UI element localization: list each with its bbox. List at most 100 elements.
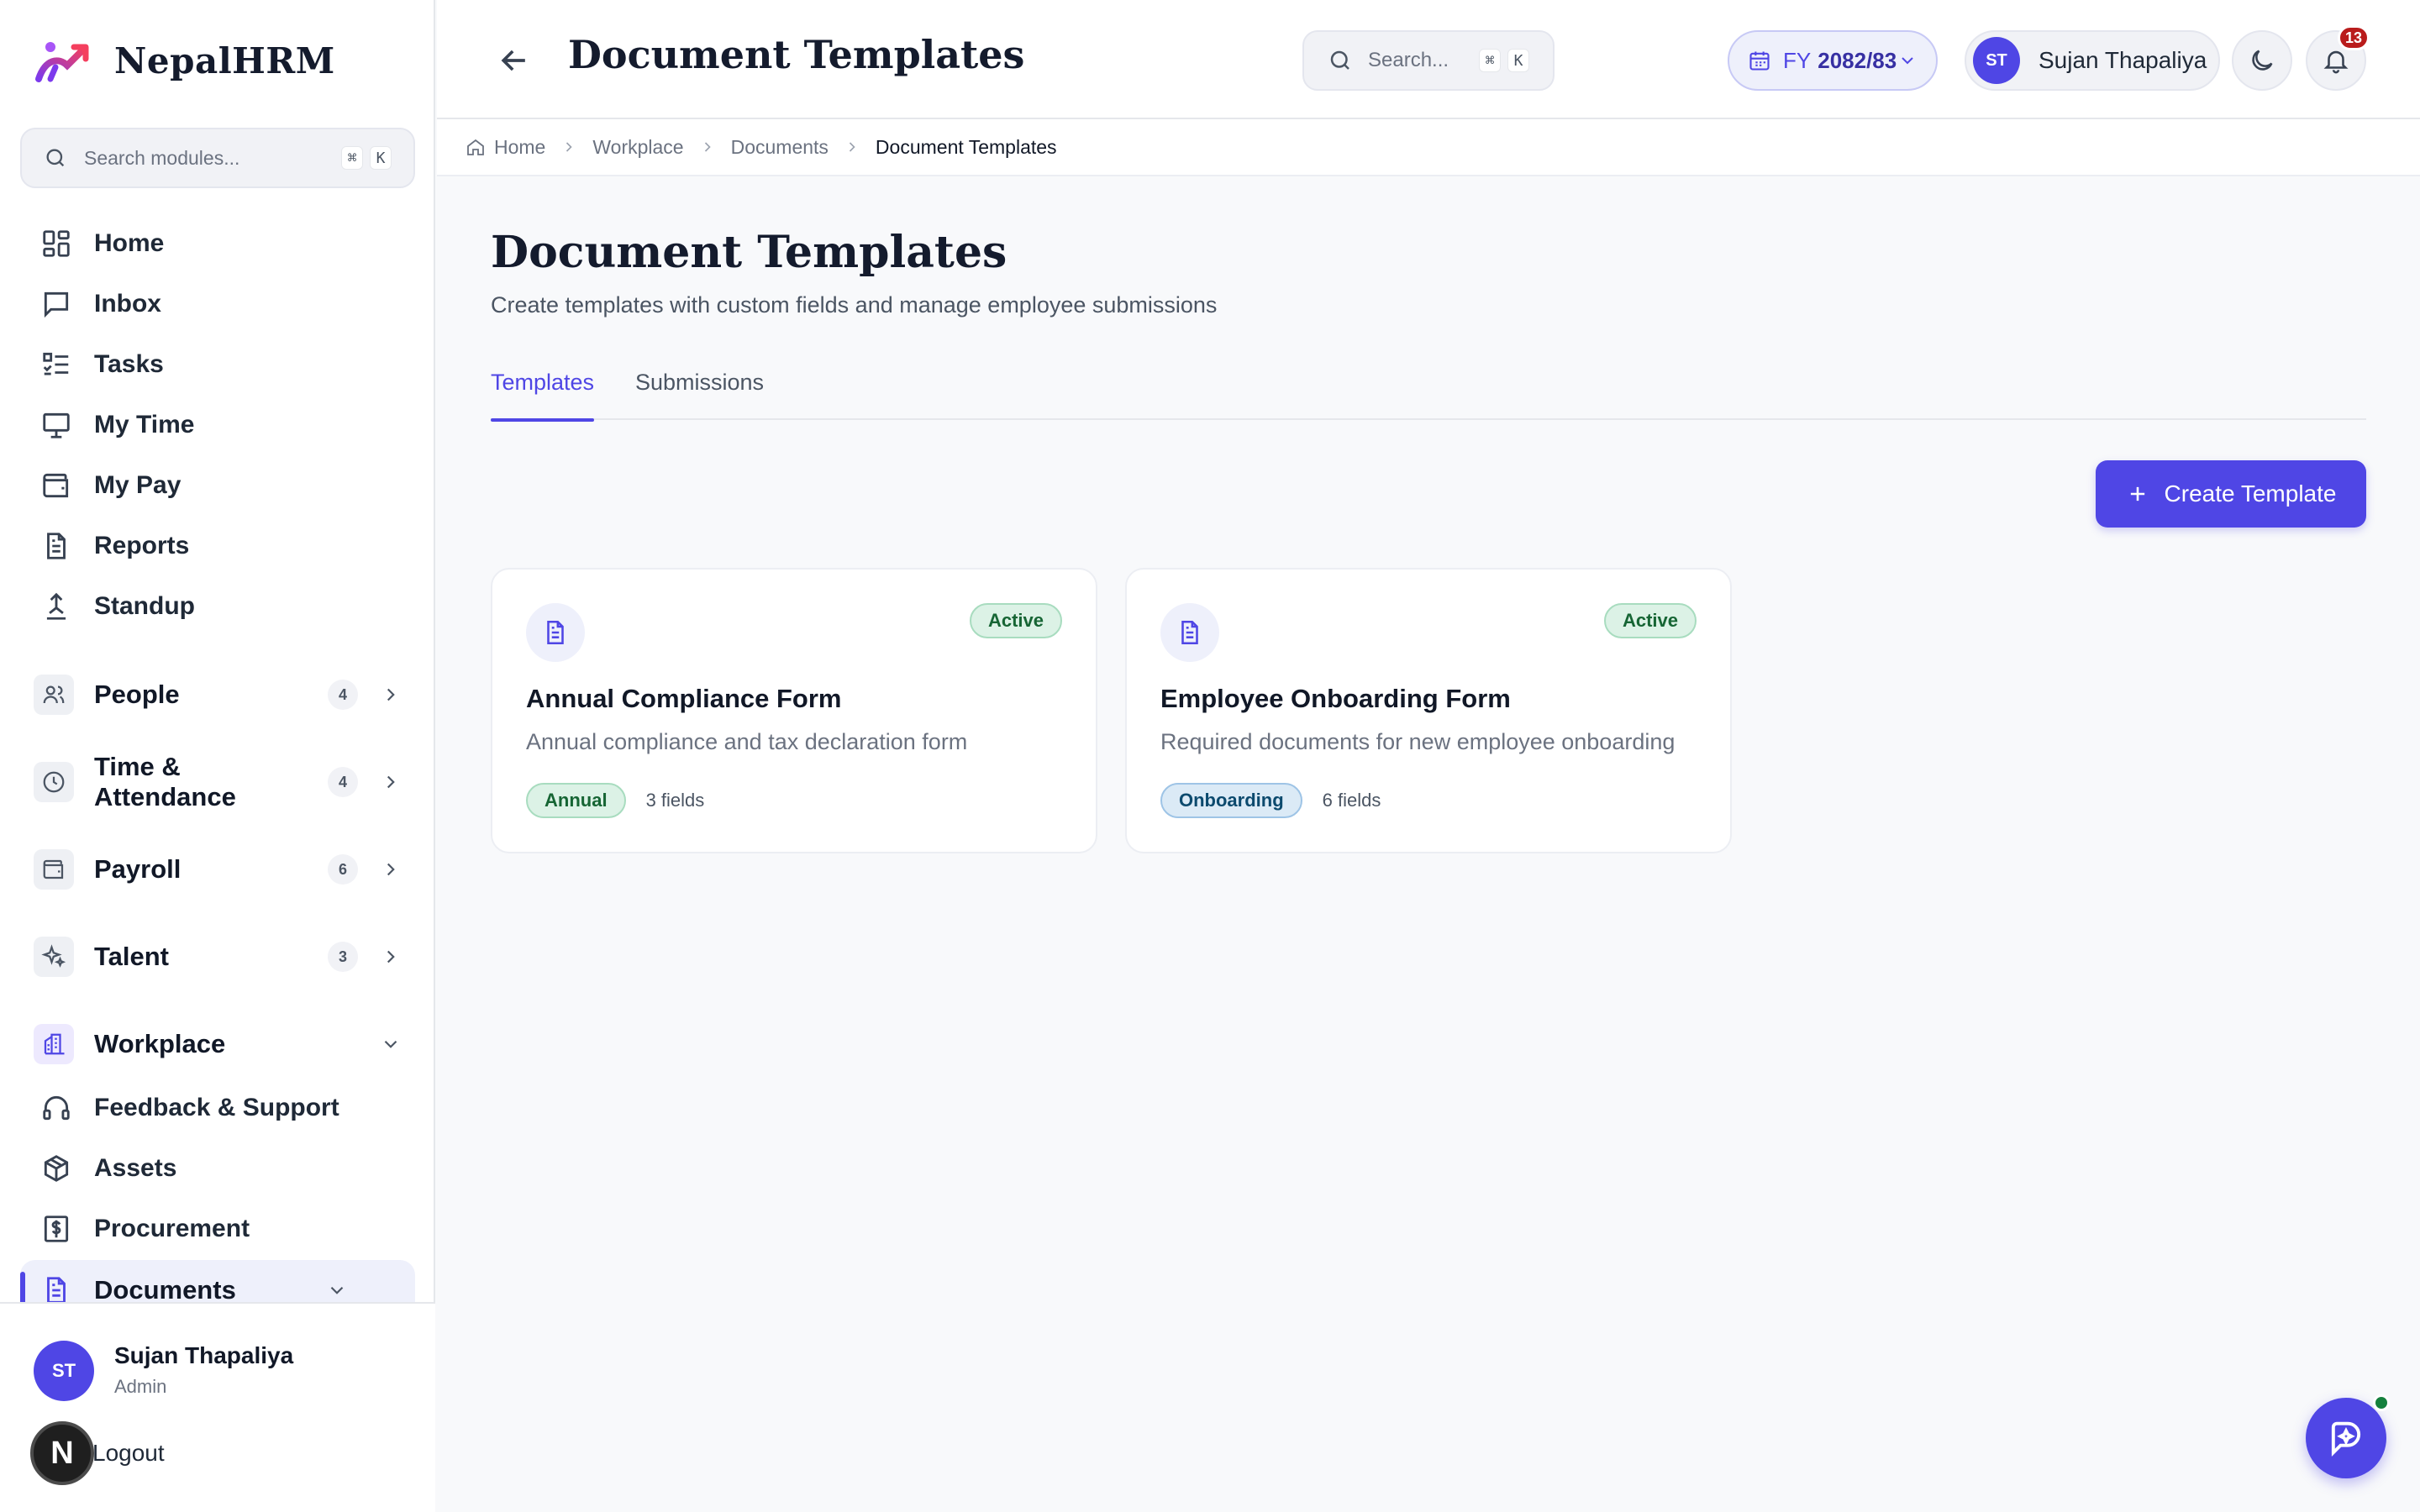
dashboard-grid-icon [40, 228, 72, 260]
sidebar-item-assets[interactable]: Assets [20, 1142, 415, 1195]
sidebar-item-my-time[interactable]: My Time [20, 398, 415, 452]
status-badge: Active [1603, 603, 1697, 638]
receipt-dollar-icon [40, 1213, 72, 1245]
sidebar-group-payroll[interactable]: Payroll 6 [20, 839, 415, 900]
template-card[interactable]: Active Annual Compliance Form Annual com… [491, 568, 1097, 853]
wallet-icon [40, 470, 72, 501]
sidebar-item-my-pay[interactable]: My Pay [20, 459, 415, 512]
sidebar-group-people[interactable]: People 4 [20, 664, 415, 725]
sidebar-item-feedback-support[interactable]: Feedback & Support [20, 1081, 415, 1135]
global-search-input[interactable]: Search... ⌘ K [1302, 30, 1555, 91]
card-description: Annual compliance and tax declaration fo… [526, 729, 968, 754]
sidebar-footer: ST Sujan Thapaliya Admin N Logout [0, 1302, 435, 1512]
breadcrumb-workplace[interactable]: Workplace [592, 136, 683, 159]
next-dev-badge-icon[interactable]: N [30, 1421, 94, 1485]
tab-submissions[interactable]: Submissions [635, 370, 764, 420]
topbar: Document Templates Search... ⌘ K FY 2082… [437, 0, 2420, 119]
document-icon [526, 603, 585, 662]
kbd-k: K [1507, 49, 1529, 72]
headphones-icon [40, 1092, 72, 1124]
sidebar-group-workplace[interactable]: Workplace [20, 1014, 415, 1074]
sidebar-item-label: Standup [94, 592, 195, 620]
sidebar-search-placeholder: Search modules... [84, 146, 240, 169]
list-checks-icon [40, 349, 72, 381]
sidebar-item-label: Feedback & Support [94, 1094, 339, 1121]
file-text-icon [40, 530, 72, 562]
brand-name: NepalHRM [114, 39, 335, 81]
sidebar-item-home[interactable]: Home [20, 217, 415, 270]
page-subtitle: Create templates with custom fields and … [491, 292, 1218, 318]
logout-button[interactable]: N Logout [30, 1420, 166, 1487]
sidebar-item-label: Home [94, 229, 165, 257]
page-title: Document Templates [491, 227, 1007, 278]
notifications-button[interactable]: 13 [2306, 25, 2370, 91]
brand[interactable]: NepalHRM [34, 37, 335, 84]
kbd-cmd: ⌘ [341, 146, 363, 170]
brand-logo-icon [35, 42, 89, 82]
assistant-chat-button[interactable] [2306, 1394, 2390, 1478]
avatar: ST [1973, 37, 2020, 84]
breadcrumb-label: Home [494, 135, 546, 158]
box-icon [40, 1152, 72, 1184]
sidebar-group-time-attendance[interactable]: Time & Attendance 4 [20, 752, 415, 812]
sidebar-search-input[interactable]: Search modules... ⌘ K [20, 128, 415, 188]
topbar-title: Document Templates [568, 32, 1025, 77]
document-icon [1160, 603, 1219, 662]
moon-icon [2252, 50, 2273, 71]
plus-icon [2130, 486, 2144, 501]
sidebar-item-label: Documents [94, 1275, 236, 1305]
tab-templates[interactable]: Templates [491, 370, 595, 422]
card-description: Required documents for new employee onbo… [1160, 729, 1676, 754]
field-count: 6 fields [1322, 790, 1381, 811]
chevron-right-icon [387, 775, 395, 789]
sidebar-group-label: Workplace [94, 1029, 226, 1058]
sidebar-item-inbox[interactable]: Inbox [20, 277, 415, 331]
theme-toggle-button[interactable] [2232, 30, 2292, 91]
person-standing-icon [40, 591, 72, 622]
sidebar-item-label: Procurement [94, 1215, 250, 1242]
card-title: Employee Onboarding Form [1160, 684, 1511, 713]
home-icon [467, 139, 484, 155]
monitor-icon [40, 409, 72, 441]
category-tag: Annual [526, 783, 626, 818]
chevron-right-icon [387, 863, 395, 876]
sidebar-group-label: Talent [94, 942, 169, 971]
sidebar-item-standup[interactable]: Standup [20, 580, 415, 633]
user-name: Sujan Thapaliya [2039, 47, 2207, 73]
kbd-cmd: ⌘ [1479, 49, 1501, 72]
search-icon [46, 149, 65, 167]
sidebar-group-talent[interactable]: Talent 3 [20, 927, 415, 987]
chevron-right-icon [566, 142, 573, 152]
breadcrumb-documents[interactable]: Documents [731, 136, 829, 159]
group-count-badge: 6 [328, 854, 358, 885]
chevron-right-icon [704, 142, 711, 152]
card-title: Annual Compliance Form [526, 684, 842, 713]
sidebar-group-label: People [94, 680, 180, 709]
sidebar-item-label: My Time [94, 411, 195, 438]
sidebar-item-reports[interactable]: Reports [20, 519, 415, 573]
chevron-right-icon [387, 688, 395, 701]
chevron-down-icon [384, 1040, 397, 1048]
template-card[interactable]: Active Employee Onboarding Form Required… [1125, 568, 1732, 853]
chevron-down-icon [330, 1286, 344, 1294]
chevron-right-icon [387, 950, 395, 963]
user-menu-button[interactable]: ST Sujan Thapaliya [1965, 30, 2220, 91]
create-template-button[interactable]: Create Template [2096, 460, 2366, 528]
fiscal-year-select[interactable]: FY 2082/83 [1728, 30, 1938, 91]
group-count-badge: 4 [328, 680, 358, 710]
create-template-label: Create Template [2164, 480, 2337, 507]
notification-count-badge: 13 [2338, 25, 2370, 50]
sidebar-item-tasks[interactable]: Tasks [20, 338, 415, 391]
sidebar-item-procurement[interactable]: Procurement [20, 1202, 415, 1256]
group-count-badge: 4 [328, 767, 358, 797]
assistant-icon [2331, 1421, 2361, 1457]
kbd-k: K [370, 146, 392, 170]
avatar[interactable]: ST [34, 1341, 94, 1401]
tab-bar: Templates Submissions [491, 361, 2366, 422]
global-search-placeholder: Search... [1368, 49, 1449, 71]
fiscal-year-value: 2082/83 [1818, 47, 1897, 73]
sidebar: NepalHRM Search modules... ⌘ K Home Inbo… [0, 0, 435, 1512]
chevron-down-icon [1902, 57, 1913, 65]
back-arrow-icon[interactable] [496, 42, 533, 79]
breadcrumb-home[interactable]: Home [466, 136, 545, 159]
